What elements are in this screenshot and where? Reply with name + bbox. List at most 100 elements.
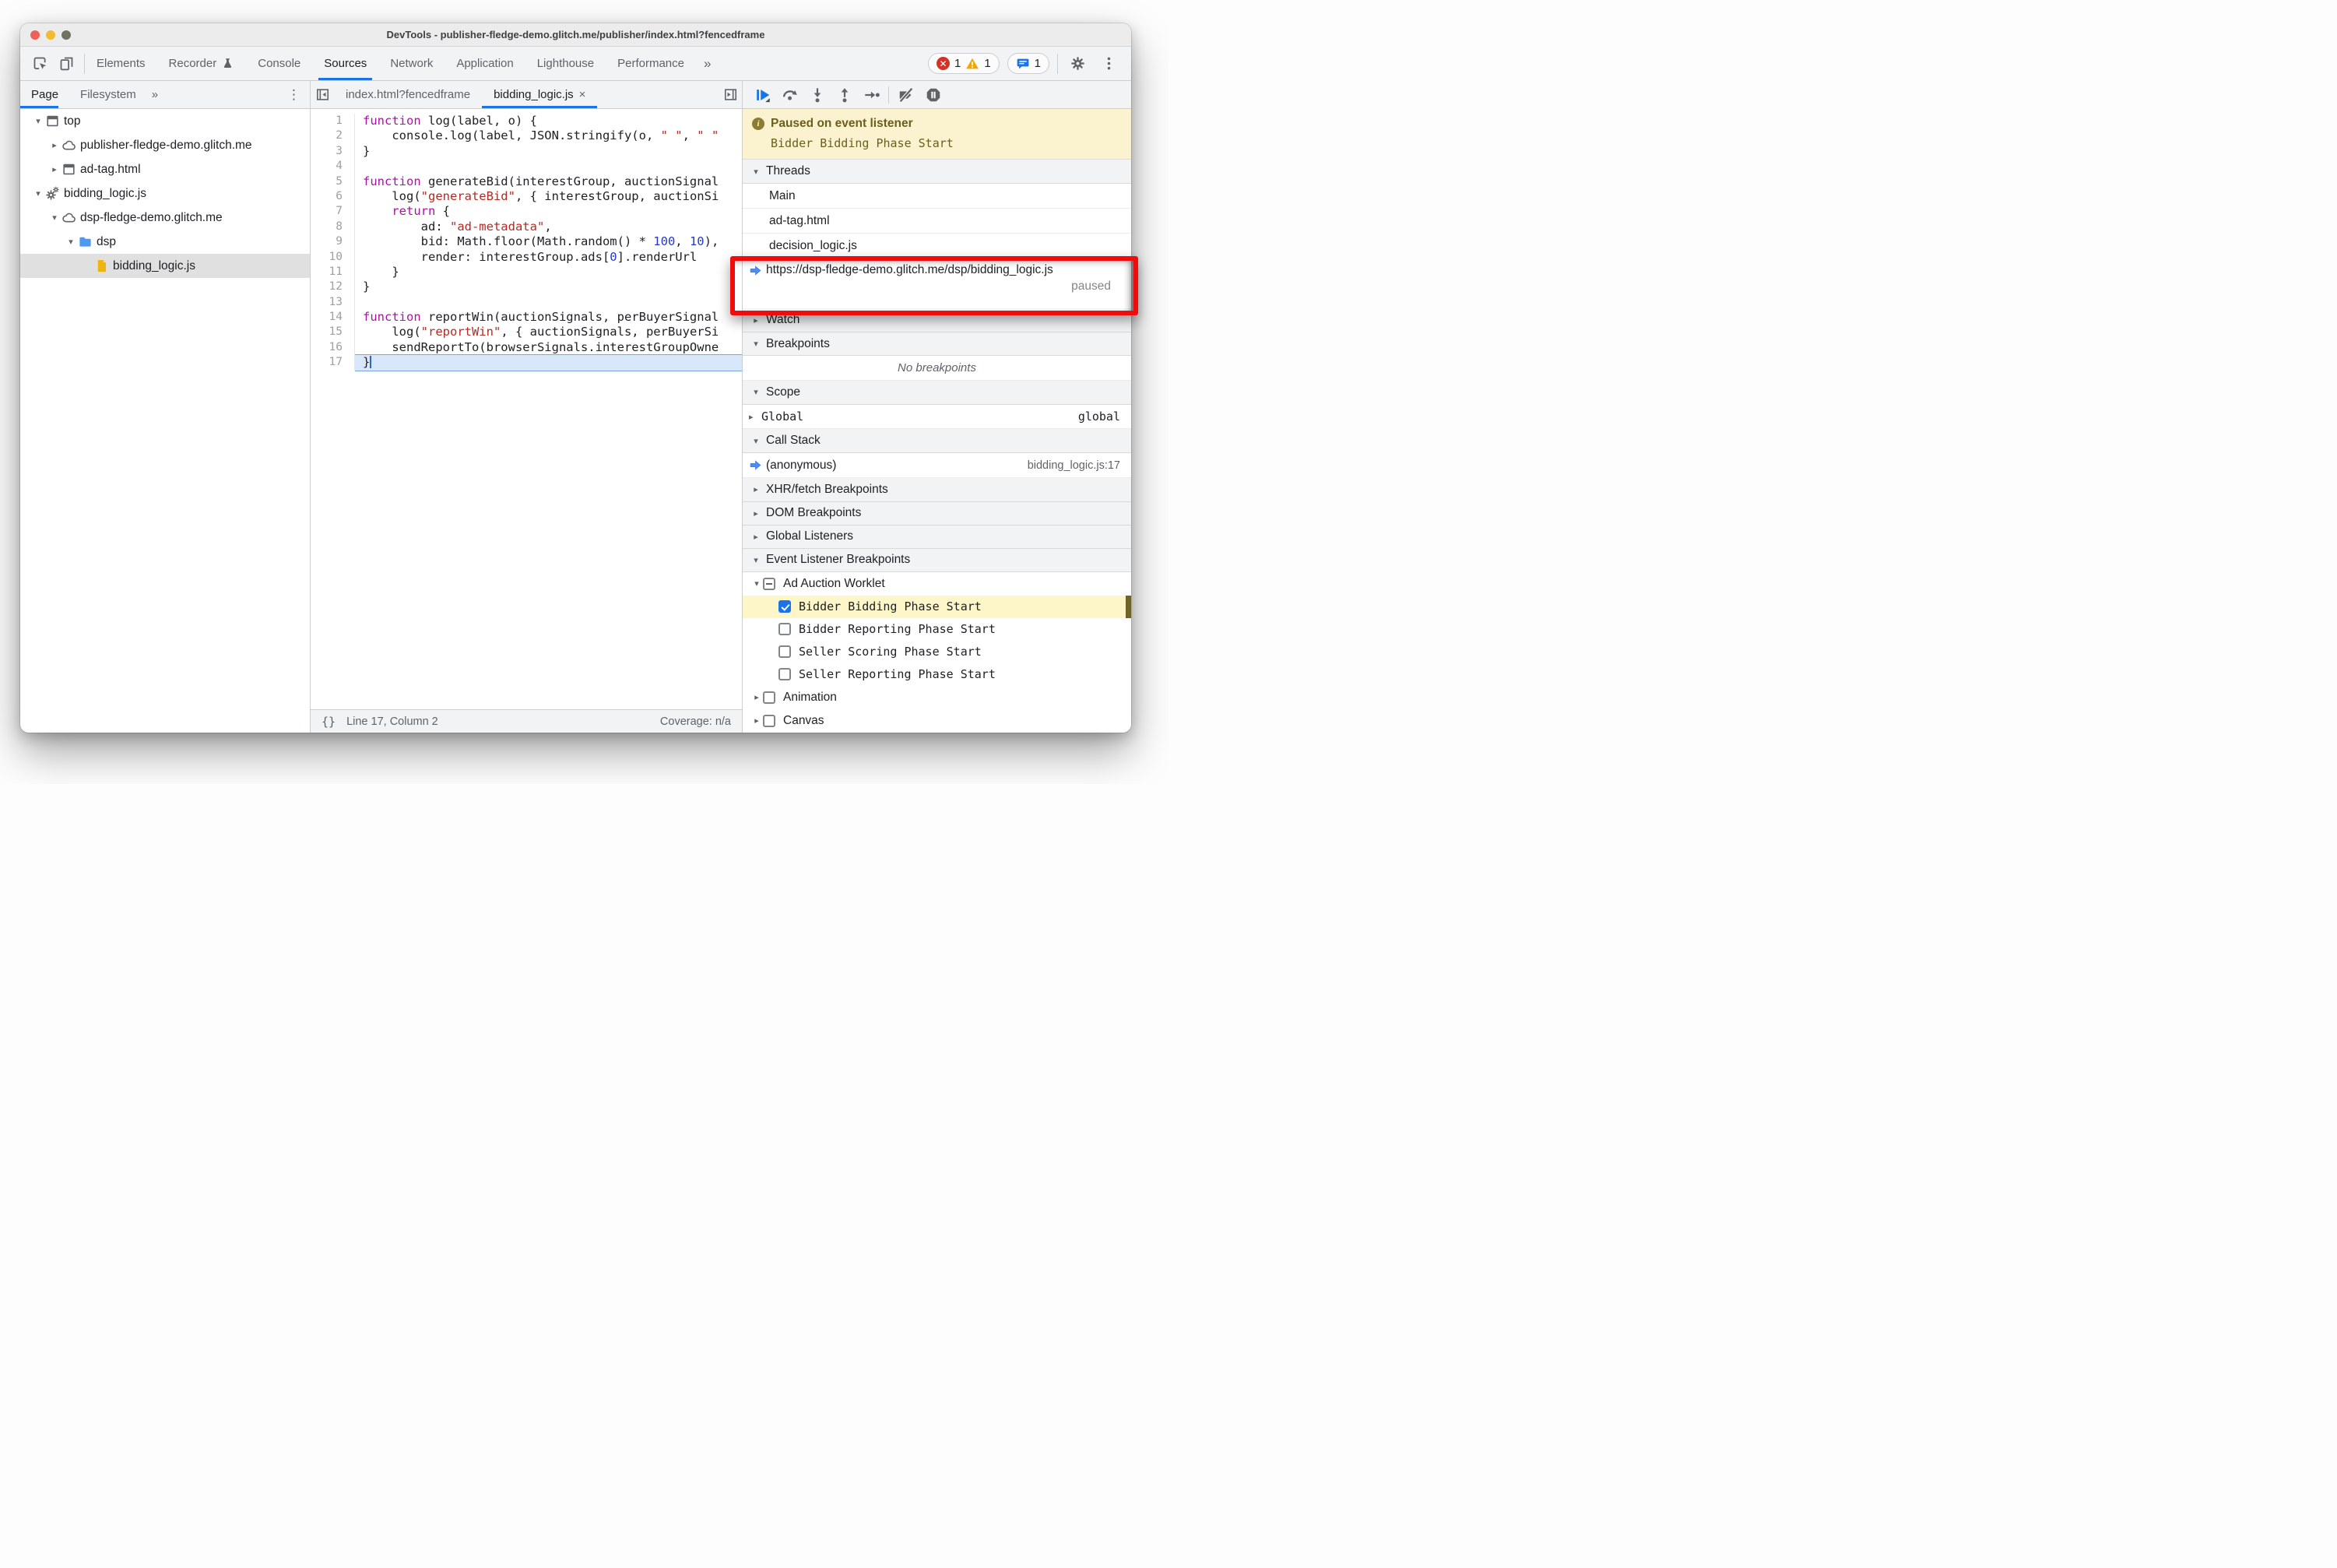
section-scope[interactable]: ▾ Scope: [743, 380, 1131, 405]
tree-item-publisher-fledge-demo-glitch-me[interactable]: ▸ publisher-fledge-demo.glitch.me: [20, 133, 310, 157]
show-debugger-icon[interactable]: [719, 81, 742, 108]
line-number[interactable]: 1: [311, 114, 343, 128]
tab-page[interactable]: Page: [20, 81, 69, 108]
breakpoint-row-bidder-bidding-phase-start[interactable]: Bidder Bidding Phase Start: [743, 595, 1131, 618]
breakpoint-row-seller-reporting-phase-start[interactable]: Seller Reporting Phase Start: [743, 663, 1131, 686]
call-stack-frame[interactable]: (anonymous) bidding_logic.js:17: [743, 453, 1131, 478]
section-xhr-breakpoints[interactable]: ▸ XHR/fetch Breakpoints: [743, 477, 1131, 502]
step-icon[interactable]: [861, 84, 882, 105]
line-number[interactable]: 15: [311, 325, 343, 339]
code-line-7[interactable]: 7 return {: [311, 204, 742, 220]
code-line-11[interactable]: 11 }: [311, 264, 742, 280]
tab-index-html[interactable]: index.html?fencedframe: [334, 81, 482, 108]
resume-icon[interactable]: [752, 84, 773, 105]
more-options-kebab-icon[interactable]: [1097, 52, 1120, 76]
breakpoint-row-animation[interactable]: ▸ Animation: [743, 686, 1131, 709]
tree-item-bidding-logic-js[interactable]: ▾ bidding_logic.js: [20, 181, 310, 206]
code-text[interactable]: return {: [355, 204, 742, 219]
checkbox-indeterminate[interactable]: [763, 577, 775, 590]
breakpoint-row-ad-auction-worklet[interactable]: ▾ Ad Auction Worklet: [743, 572, 1131, 596]
pause-on-exceptions-icon[interactable]: [922, 84, 944, 105]
line-number[interactable]: 8: [311, 220, 343, 234]
tab-lighthouse[interactable]: Lighthouse: [525, 47, 606, 80]
checkbox-unchecked[interactable]: [778, 623, 791, 636]
code-line-2[interactable]: 2 console.log(label, JSON.stringify(o, "…: [311, 128, 742, 144]
line-number[interactable]: 12: [311, 279, 343, 294]
code-line-16[interactable]: 16 sendReportTo(browserSignals.interestG…: [311, 339, 742, 356]
code-line-14[interactable]: 14 function reportWin(auctionSignals, per…: [311, 310, 742, 325]
code-text[interactable]: }: [355, 355, 742, 371]
code-text[interactable]: log("reportWin", { auctionSignals, perBu…: [355, 325, 742, 339]
tree-expand-arrow-icon[interactable]: ▸: [47, 164, 62, 174]
code-text[interactable]: }: [355, 144, 742, 159]
section-breakpoints[interactable]: ▾ Breakpoints: [743, 332, 1131, 357]
tab-performance[interactable]: Performance: [606, 47, 696, 80]
line-number[interactable]: 13: [311, 295, 343, 310]
code-text[interactable]: function log(label, o) {: [355, 114, 742, 128]
section-call-stack[interactable]: ▾ Call Stack: [743, 429, 1131, 454]
tree-item-ad-tag-html[interactable]: ▸ ad-tag.html: [20, 157, 310, 181]
tree-item-bidding-logic-js[interactable]: bidding_logic.js: [20, 254, 310, 278]
code-text[interactable]: [355, 295, 742, 310]
checkbox-unchecked[interactable]: [778, 645, 791, 659]
expand-arrow-icon[interactable]: ▸: [750, 715, 763, 726]
tab-filesystem[interactable]: Filesystem: [69, 81, 147, 108]
expand-arrow-icon[interactable]: ▸: [750, 692, 763, 702]
section-event-listener-breakpoints[interactable]: ▾ Event Listener Breakpoints: [743, 547, 1131, 572]
step-out-icon[interactable]: [834, 84, 855, 105]
thread-row[interactable]: decision_logic.js: [743, 234, 1131, 259]
tab-application[interactable]: Application: [445, 47, 525, 80]
code-text[interactable]: [355, 159, 742, 174]
code-text[interactable]: }: [355, 265, 742, 279]
tab-console[interactable]: Console: [246, 47, 312, 80]
line-number[interactable]: 11: [311, 265, 343, 279]
code-text[interactable]: function generateBid(interestGroup, auct…: [355, 174, 742, 189]
tab-bidding-logic[interactable]: bidding_logic.js ×: [482, 81, 598, 108]
breakpoint-row-canvas[interactable]: ▸ Canvas: [743, 709, 1131, 733]
tree-expand-arrow-icon[interactable]: ▾: [47, 213, 62, 223]
tab-network[interactable]: Network: [378, 47, 445, 80]
checkbox-checked[interactable]: [778, 600, 791, 613]
tree-expand-arrow-icon[interactable]: ▾: [64, 237, 78, 247]
inspect-element-icon[interactable]: [28, 52, 51, 76]
tree-item-top[interactable]: ▾ top: [20, 109, 310, 133]
hide-navigator-icon[interactable]: [311, 81, 334, 108]
line-number[interactable]: 14: [311, 310, 343, 325]
code-line-15[interactable]: 15 log("reportWin", { auctionSignals, pe…: [311, 325, 742, 340]
expand-arrow-icon[interactable]: ▾: [750, 578, 763, 589]
tree-item-dsp[interactable]: ▾ dsp: [20, 230, 310, 254]
line-number[interactable]: 16: [311, 340, 343, 355]
line-number[interactable]: 6: [311, 189, 343, 204]
tree-expand-arrow-icon[interactable]: ▸: [47, 140, 62, 150]
checkbox-unchecked[interactable]: [763, 714, 775, 727]
code-area[interactable]: 1 function log(label, o) {2 console.log(l…: [311, 109, 742, 709]
code-line-8[interactable]: 8 ad: "ad-metadata",: [311, 219, 742, 235]
code-text[interactable]: render: interestGroup.ads[0].renderUrl: [355, 250, 742, 265]
breakpoint-row-bidder-reporting-phase-start[interactable]: Bidder Reporting Phase Start: [743, 618, 1131, 641]
code-line-6[interactable]: 6 log("generateBid", { interestGroup, au…: [311, 188, 742, 205]
more-panels-chevron[interactable]: »: [696, 47, 719, 80]
code-text[interactable]: function reportWin(auctionSignals, perBu…: [355, 310, 742, 325]
issues-badge[interactable]: ✕ 1 1: [927, 53, 1000, 74]
line-number[interactable]: 4: [311, 159, 343, 174]
section-dom-breakpoints[interactable]: ▸ DOM Breakpoints: [743, 501, 1131, 526]
step-over-icon[interactable]: [779, 84, 800, 105]
tab-sources[interactable]: Sources: [312, 47, 378, 80]
section-global-listeners[interactable]: ▸ Global Listeners: [743, 524, 1131, 549]
section-watch[interactable]: ▸ Watch: [743, 308, 1131, 333]
messages-badge[interactable]: 1: [1007, 53, 1049, 74]
line-number[interactable]: 2: [311, 128, 343, 143]
tab-elements[interactable]: Elements: [85, 47, 157, 80]
code-text[interactable]: }: [355, 279, 742, 294]
line-number[interactable]: 7: [311, 204, 343, 219]
code-line-12[interactable]: 12}: [311, 279, 742, 295]
section-threads[interactable]: ▾ Threads: [743, 160, 1131, 185]
code-line-3[interactable]: 3}: [311, 143, 742, 160]
line-number[interactable]: 9: [311, 234, 343, 249]
checkbox-unchecked[interactable]: [778, 668, 791, 681]
code-text[interactable]: sendReportTo(browserSignals.interestGrou…: [355, 340, 742, 355]
navigator-more-chevron[interactable]: »: [147, 81, 163, 108]
tree-expand-arrow-icon[interactable]: ▾: [31, 116, 45, 126]
tree-expand-arrow-icon[interactable]: ▾: [31, 188, 45, 199]
checkbox-unchecked[interactable]: [763, 691, 775, 704]
